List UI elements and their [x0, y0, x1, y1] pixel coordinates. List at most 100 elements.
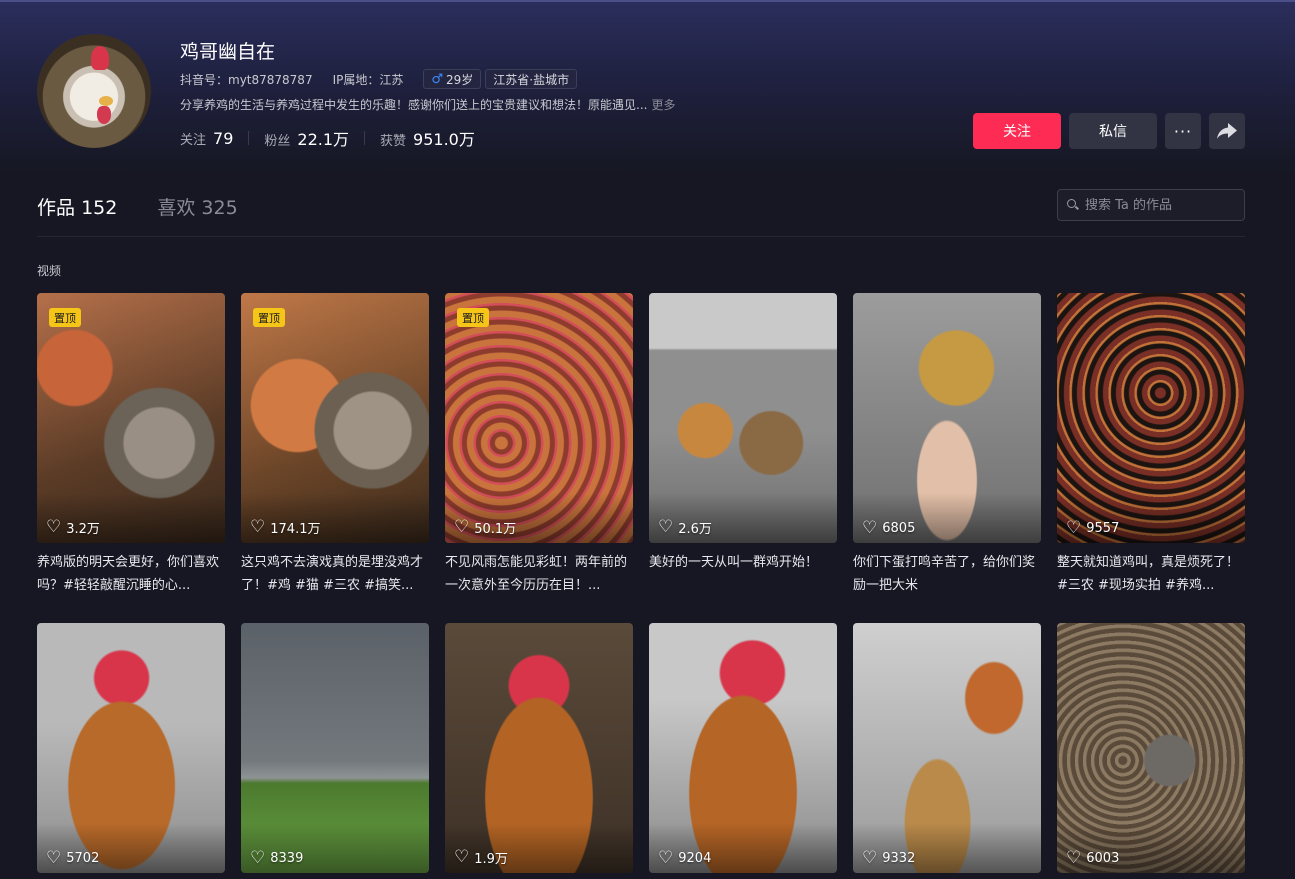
- ip-location: IP属地：江苏: [332, 72, 404, 87]
- heart-icon: ♡: [250, 848, 266, 868]
- heart-icon: ♡: [454, 517, 470, 537]
- message-button[interactable]: 私信: [1069, 113, 1157, 149]
- fans-label: 粉丝: [264, 134, 291, 149]
- likes-label: 获赞: [380, 134, 407, 149]
- share-button[interactable]: [1209, 113, 1245, 149]
- video-likes: ♡ 3.2万: [46, 517, 100, 538]
- avatar-beak: [99, 96, 113, 106]
- video-like-count: 9204: [678, 851, 712, 866]
- heart-icon: ♡: [658, 517, 674, 537]
- stat-divider: [248, 131, 250, 145]
- video-likes: ♡ 50.1万: [454, 517, 517, 538]
- video-likes: ♡ 6003: [1066, 850, 1119, 867]
- video-card[interactable]: 置顶 ♡ 174.1万: [241, 293, 429, 543]
- video-card[interactable]: ♡ 1.9万: [445, 623, 633, 873]
- video-like-count: 6003: [1086, 851, 1120, 866]
- video-card[interactable]: ♡ 5702: [37, 623, 225, 873]
- video-card[interactable]: 置顶 ♡ 3.2万: [37, 293, 225, 543]
- following-label: 关注: [180, 132, 207, 148]
- profile-meta-row: 抖音号：myt87878787 IP属地：江苏 ♂ 29岁 江苏省·盐城市: [180, 69, 581, 89]
- heart-icon: ♡: [658, 848, 674, 868]
- likes-count: 951.0万: [413, 130, 475, 149]
- tab-likes-count: 325: [201, 197, 238, 219]
- pinned-badge: 置顶: [253, 308, 285, 327]
- tabs-divider: [37, 236, 1245, 237]
- bio-more-link[interactable]: 更多: [651, 98, 675, 112]
- video-like-count: 9557: [1086, 521, 1120, 536]
- tab-works-label: 作品: [37, 197, 76, 219]
- heart-icon: ♡: [46, 848, 62, 868]
- section-label: 视频: [37, 264, 62, 278]
- tab-likes-label: 喜欢: [157, 197, 196, 219]
- content-tabs: 作品 152 喜欢 325: [37, 193, 238, 220]
- search-box[interactable]: [1057, 189, 1245, 221]
- age-text: 29岁: [446, 72, 474, 87]
- video-card[interactable]: ♡ 8339: [241, 623, 429, 873]
- video-like-count: 50.1万: [474, 522, 517, 537]
- heart-icon: ♡: [250, 517, 266, 537]
- tab-works-count: 152: [81, 197, 118, 219]
- video-likes: ♡ 5702: [46, 850, 99, 867]
- search-icon: [1066, 198, 1080, 212]
- video-likes: ♡ 2.6万: [658, 517, 712, 538]
- pinned-badge: 置顶: [457, 308, 489, 327]
- tab-works[interactable]: 作品 152: [37, 193, 117, 220]
- video-caption[interactable]: 养鸡版的明天会更好，你们喜欢吗？#轻轻敲醒沉睡的心...: [37, 551, 225, 597]
- video-card[interactable]: ♡ 9332: [853, 623, 1041, 873]
- heart-icon: ♡: [1066, 518, 1082, 538]
- profile-stats: 关注 79 粉丝 22.1万 获赞 951.0万: [180, 126, 475, 150]
- video-like-count: 8339: [270, 851, 304, 866]
- video-likes: ♡ 9204: [658, 850, 711, 867]
- video-card[interactable]: 置顶 ♡ 50.1万: [445, 293, 633, 543]
- video-card[interactable]: ♡ 9204: [649, 623, 837, 873]
- video-likes: ♡ 9557: [1066, 520, 1119, 537]
- video-like-count: 6805: [882, 521, 916, 536]
- following-count: 79: [213, 128, 234, 148]
- video-card[interactable]: ♡ 2.6万: [649, 293, 837, 543]
- video-likes: ♡ 174.1万: [250, 517, 321, 538]
- share-arrow-icon: [1217, 123, 1237, 139]
- stat-divider: [364, 131, 366, 145]
- male-icon: ♂: [431, 71, 444, 87]
- heart-icon: ♡: [862, 848, 878, 868]
- heart-icon: ♡: [862, 518, 878, 538]
- heart-icon: ♡: [1066, 848, 1082, 868]
- video-likes: ♡ 9332: [862, 850, 915, 867]
- video-card[interactable]: ♡ 6805: [853, 293, 1041, 543]
- video-caption[interactable]: 你们下蛋打鸣辛苦了，给你们奖励一把大米: [853, 551, 1041, 597]
- profile-bio: 分享养鸡的生活与养鸡过程中发生的乐趣！感谢你们送上的宝贵建议和想法！原能遇见..…: [180, 96, 675, 113]
- pinned-badge: 置顶: [49, 308, 81, 327]
- gender-age-tag: ♂ 29岁: [423, 69, 482, 89]
- fans-stat[interactable]: 粉丝 22.1万: [264, 126, 349, 150]
- follow-button[interactable]: 关注: [973, 113, 1061, 149]
- video-likes: ♡ 1.9万: [454, 847, 508, 868]
- video-like-count: 5702: [66, 851, 100, 866]
- video-like-count: 3.2万: [66, 522, 100, 537]
- avatar[interactable]: [37, 34, 151, 148]
- video-like-count: 2.6万: [678, 522, 712, 537]
- video-like-count: 9332: [882, 851, 916, 866]
- heart-icon: ♡: [46, 517, 62, 537]
- likes-stat: 获赞 951.0万: [380, 126, 475, 150]
- video-caption[interactable]: 美好的一天从叫一群鸡开始！: [649, 551, 837, 597]
- video-likes: ♡ 6805: [862, 520, 915, 537]
- avatar-wattle: [97, 106, 111, 124]
- video-like-count: 174.1万: [270, 522, 321, 537]
- heart-icon: ♡: [454, 847, 470, 867]
- video-card[interactable]: ♡ 6003: [1057, 623, 1245, 873]
- avatar-comb: [91, 46, 109, 70]
- region-tag: 江苏省·盐城市: [485, 69, 578, 89]
- video-card[interactable]: ♡ 9557: [1057, 293, 1245, 543]
- video-caption[interactable]: 这只鸡不去演戏真的是埋没鸡才了！#鸡 #猫 #三农 #搞笑...: [241, 551, 429, 597]
- search-input[interactable]: [1085, 197, 1235, 213]
- more-options-button[interactable]: ···: [1165, 113, 1201, 149]
- video-caption[interactable]: 整天就知道鸡叫，真是烦死了！#三农 #现场实拍 #养鸡...: [1057, 551, 1245, 597]
- video-like-count: 1.9万: [474, 852, 508, 867]
- douyin-id: 抖音号：myt87878787: [180, 72, 313, 87]
- following-stat[interactable]: 关注 79: [180, 129, 233, 148]
- tab-likes[interactable]: 喜欢 325: [157, 193, 237, 220]
- video-likes: ♡ 8339: [250, 850, 303, 867]
- video-caption[interactable]: 不见风雨怎能见彩虹！两年前的一次意外至今历历在目！...: [445, 551, 633, 597]
- bio-text: 分享养鸡的生活与养鸡过程中发生的乐趣！感谢你们送上的宝贵建议和想法！原能遇见..…: [180, 98, 648, 112]
- fans-count: 22.1万: [297, 130, 350, 149]
